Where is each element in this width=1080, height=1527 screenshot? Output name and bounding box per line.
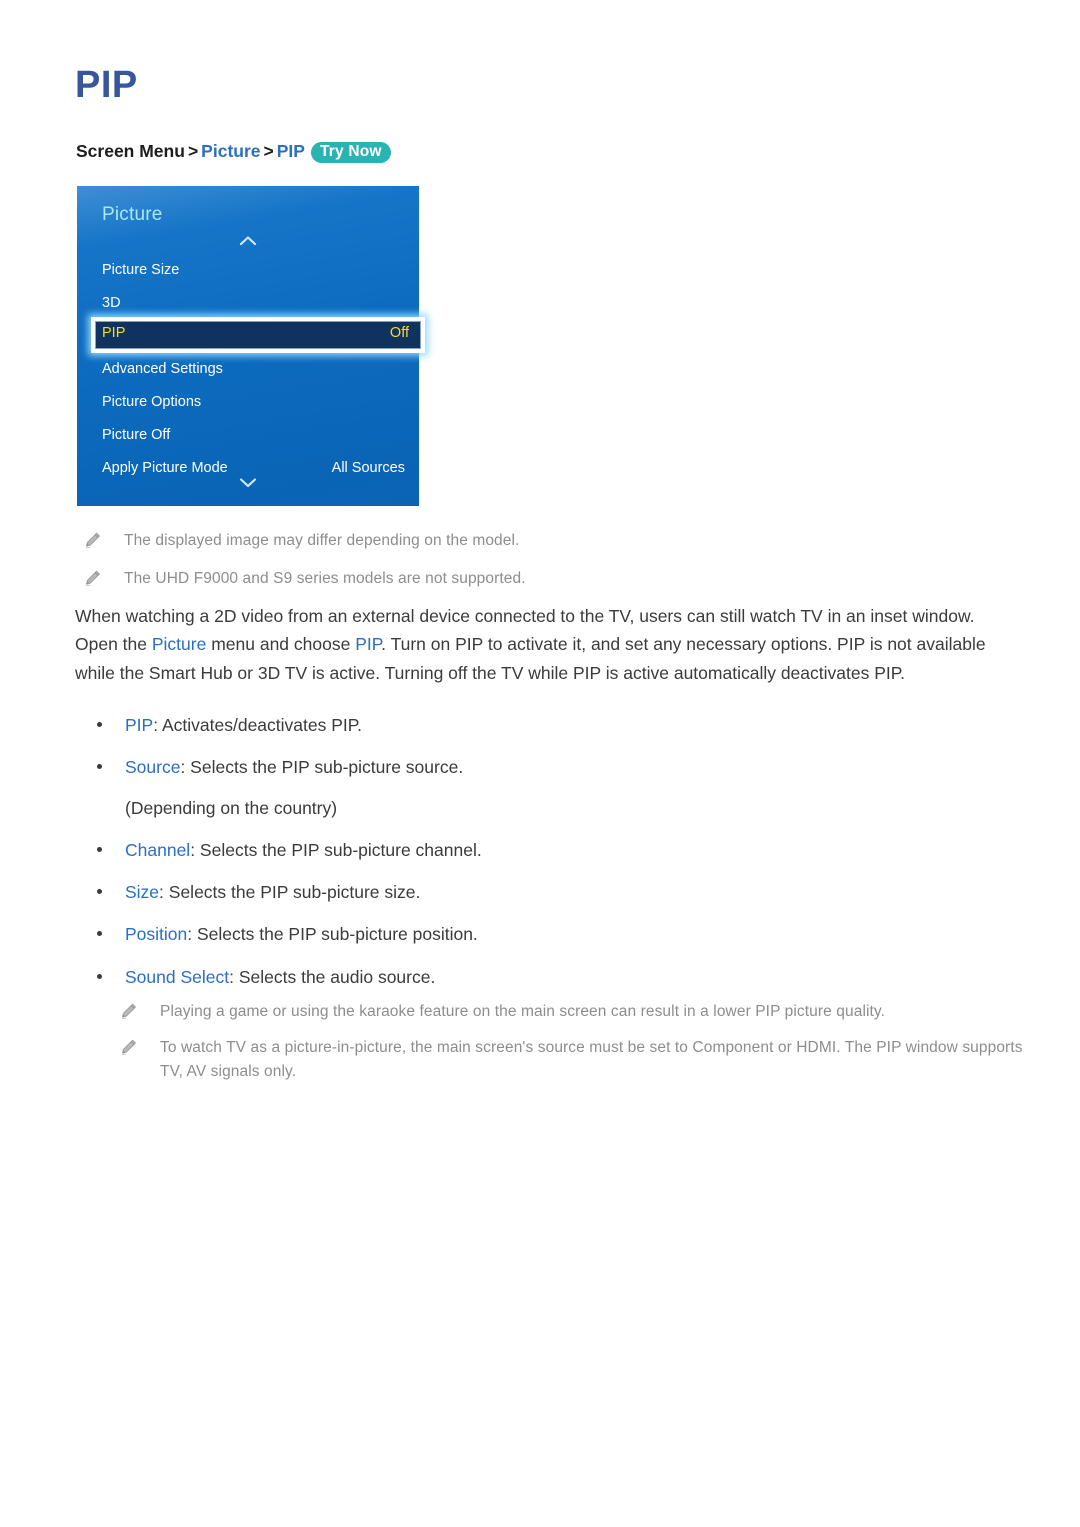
breadcrumb-item-picture[interactable]: Picture [201, 141, 260, 161]
page-title: PIP [75, 64, 138, 106]
tv-menu-item-label: Picture Off [102, 427, 171, 443]
bullet-dot-icon [97, 846, 102, 852]
list-item-pip: PIP: Activates/deactivates PIP. [93, 712, 993, 738]
tv-menu-title: Picture [102, 204, 163, 225]
breadcrumb: Screen Menu > Picture > PIP Try Now [76, 141, 391, 164]
note-text: Playing a game or using the karaoke feat… [160, 1003, 886, 1020]
list-item-size: Size: Selects the PIP sub-picture size. [93, 879, 993, 905]
note-text: To watch TV as a picture-in-picture, the… [160, 1039, 1023, 1081]
tv-picture-menu-panel: Picture Picture Size 3D Advanced Setting… [77, 186, 425, 506]
list-item-term: Size [125, 882, 160, 902]
breadcrumb-root: Screen Menu [76, 141, 185, 161]
pencil-icon [120, 1002, 138, 1020]
list-item-desc: : Selects the PIP sub-picture size. [159, 882, 421, 902]
tv-menu-item-label: Picture Size [102, 262, 180, 278]
list-item-term: PIP [125, 715, 154, 735]
list-item-desc: : Selects the audio source. [229, 966, 436, 987]
note-text: The displayed image may differ depending… [124, 532, 520, 549]
pencil-icon [120, 1038, 138, 1056]
note-item: The UHD F9000 and S9 series models are n… [84, 567, 844, 591]
note-item: The displayed image may differ depending… [84, 529, 844, 553]
chevron-down-icon[interactable] [77, 476, 419, 491]
list-item-source: Source: Selects the PIP sub-picture sour… [93, 754, 993, 821]
list-item-desc: : Activates/deactivates PIP. [153, 715, 363, 735]
try-now-badge[interactable]: Try Now [310, 142, 391, 163]
tv-menu-item-3d[interactable]: 3D [77, 287, 419, 320]
list-item-position: Position: Selects the PIP sub-picture po… [93, 921, 993, 947]
list-item-desc: : Selects the PIP sub-picture source. [180, 757, 464, 778]
paragraph-highlight-pip: PIP [355, 634, 382, 655]
list-item-channel: Channel: Selects the PIP sub-picture cha… [93, 837, 993, 863]
document-page: PIP Screen Menu > Picture > PIP Try Now Pictu… [0, 0, 1080, 1527]
breadcrumb-item-pip[interactable]: PIP [277, 141, 305, 161]
bullet-dot-icon [97, 764, 102, 770]
tv-menu-item-value: Off [389, 325, 409, 341]
list-item-desc: : Selects the PIP sub-picture position. [187, 924, 478, 945]
breadcrumb-separator-1: > [187, 141, 199, 161]
bullet-dot-icon [97, 931, 102, 937]
tv-menu-item-label: PIP [102, 325, 126, 341]
paragraph-highlight-picture: Picture [151, 634, 207, 655]
tv-menu-item-label: Advanced Settings [102, 361, 223, 377]
tv-menu-item-picture-options[interactable]: Picture Options [77, 386, 419, 419]
bullet-dot-icon [97, 722, 102, 727]
tv-menu-item-pip-selected[interactable]: PIP Off [91, 317, 425, 353]
tv-menu-rows: Picture Size 3D Advanced Settings Pictur… [77, 254, 419, 485]
list-item-term: Source [125, 757, 181, 778]
pencil-icon [84, 569, 102, 587]
body-paragraph: When watching a 2D video from an externa… [75, 602, 1015, 687]
bullet-dot-icon [97, 973, 102, 979]
chevron-up-icon[interactable] [77, 234, 419, 249]
breadcrumb-separator-2: > [263, 141, 274, 161]
note-item: Playing a game or using the karaoke feat… [120, 1000, 1020, 1024]
tv-menu-item-label: Picture Options [102, 394, 202, 410]
list-item-term: Channel [125, 839, 191, 860]
tv-menu-item-pip-content: PIP Off [91, 317, 425, 353]
tv-menu-item-picture-off[interactable]: Picture Off [77, 419, 419, 452]
tv-menu-item-label: 3D [102, 295, 121, 311]
list-item-term: Position [125, 924, 188, 945]
paragraph-part-2: menu and choose [206, 634, 356, 655]
list-item-sound-select: Sound Select: Selects the audio source. [93, 964, 993, 990]
bullet-dot-icon [97, 889, 102, 894]
tv-menu-item-advanced-settings[interactable]: Advanced Settings [77, 353, 419, 386]
pencil-icon [84, 531, 102, 549]
tv-menu-item-picture-size[interactable]: Picture Size [77, 254, 419, 287]
note-item: To watch TV as a picture-in-picture, the… [120, 1036, 1025, 1084]
note-text: The UHD F9000 and S9 series models are n… [124, 570, 526, 587]
list-item-term: Sound Select [125, 966, 230, 987]
list-item-desc: : Selects the PIP sub-picture channel. [190, 839, 482, 860]
list-item-subnote: (Depending on the country) [125, 797, 338, 818]
tv-menu-item-label: Apply Picture Mode [102, 460, 228, 476]
option-list: PIP: Activates/deactivates PIP. Source: … [93, 712, 993, 1006]
